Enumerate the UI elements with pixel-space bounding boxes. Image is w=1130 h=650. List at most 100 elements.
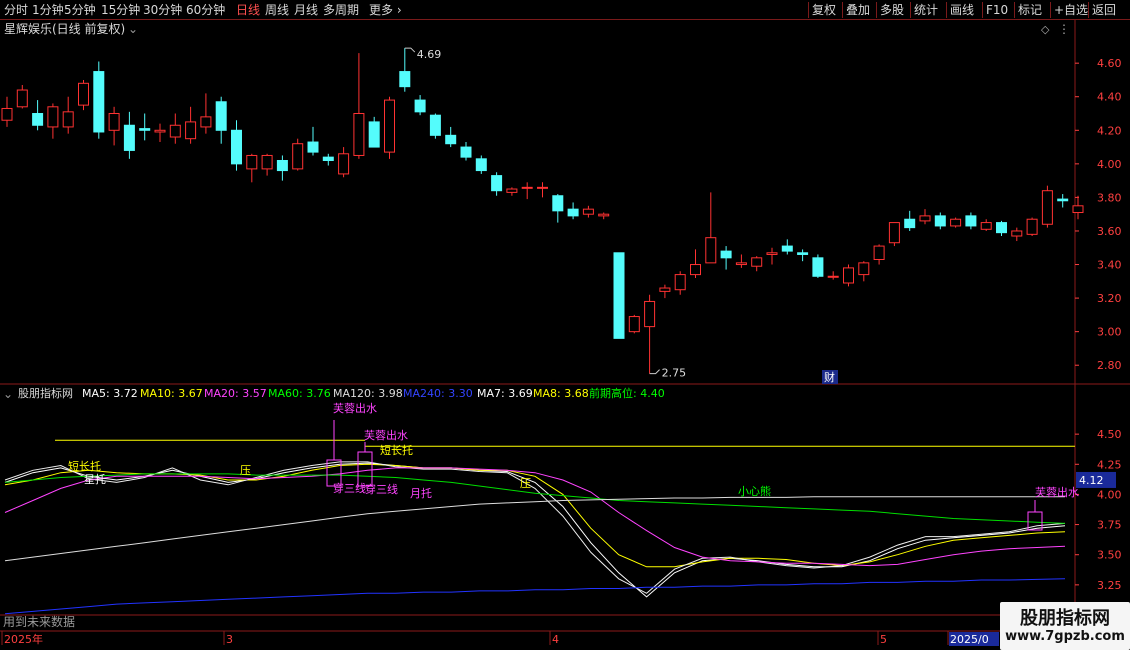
date-label: 2025年	[4, 632, 43, 646]
candle-body[interactable]	[1026, 218, 1038, 235]
candle-body[interactable]	[506, 188, 518, 193]
candle-body[interactable]	[781, 245, 793, 252]
candle-body[interactable]	[904, 218, 916, 229]
candle-body[interactable]	[628, 316, 640, 333]
candle-body[interactable]	[766, 252, 778, 255]
menu-icon[interactable]: ⋮	[1058, 21, 1070, 37]
finance-marker-label: 财	[824, 370, 835, 384]
candle-body[interactable]	[93, 71, 105, 133]
candle-body[interactable]	[980, 222, 992, 230]
candle-body[interactable]	[965, 215, 977, 227]
candle-body[interactable]	[996, 222, 1007, 234]
candle-body[interactable]	[399, 71, 411, 88]
candle-body[interactable]	[108, 113, 120, 131]
candle-body[interactable]	[322, 156, 334, 161]
signal-annotation: 压	[520, 477, 531, 490]
candle-body[interactable]	[659, 287, 671, 292]
indicator-line-6	[4, 578, 1066, 615]
current-price-label: 4.12	[1079, 474, 1104, 487]
candle-body[interactable]	[613, 252, 625, 339]
indicator-tick-label: 4.50	[1097, 428, 1122, 441]
candle-body[interactable]	[154, 129, 166, 133]
candle-body[interactable]	[735, 262, 747, 266]
candle-body[interactable]	[384, 99, 395, 153]
candle-body[interactable]	[521, 186, 533, 189]
candle-body[interactable]	[231, 129, 242, 165]
candle-body[interactable]	[261, 154, 273, 170]
low-price-label: 2.75	[662, 367, 687, 380]
candle-body[interactable]	[888, 222, 900, 244]
candle-body[interactable]	[843, 267, 854, 284]
indicator-value-5: MA240: 3.30	[403, 387, 473, 400]
future-data-notice: 用到未来数据	[3, 614, 75, 629]
candle-body[interactable]	[950, 218, 962, 227]
price-tick-label: 3.00	[1097, 326, 1122, 339]
candle-body[interactable]	[292, 143, 304, 170]
indicator-tick-label: 4.00	[1097, 488, 1122, 501]
candle-body[interactable]	[797, 252, 809, 255]
signal-annotation: 星托	[84, 472, 106, 486]
signal-annotation: 芙蓉出水	[364, 428, 408, 442]
candle-body[interactable]	[353, 113, 365, 156]
watermark: 股朋指标网 www.7gpzb.com	[1000, 602, 1130, 650]
watermark-title: 股朋指标网	[1020, 608, 1110, 629]
candle-body[interactable]	[429, 114, 441, 136]
candle-body[interactable]	[827, 275, 839, 278]
candle-body[interactable]	[32, 113, 44, 126]
candle-body[interactable]	[139, 128, 151, 131]
candle-body[interactable]	[276, 159, 288, 172]
candle-body[interactable]	[185, 121, 197, 140]
candle-body[interactable]	[215, 101, 227, 131]
candle-body[interactable]	[720, 250, 732, 259]
price-tick-label: 4.00	[1097, 158, 1122, 171]
candle-body[interactable]	[537, 186, 548, 189]
candle-body[interactable]	[62, 111, 74, 128]
candle-body[interactable]	[598, 213, 610, 217]
candle-body[interactable]	[705, 237, 717, 264]
candle-body[interactable]	[567, 208, 579, 217]
candle-body[interactable]	[674, 274, 686, 291]
candle-body[interactable]	[1072, 205, 1084, 214]
price-tick-label: 3.80	[1097, 191, 1122, 204]
candle-body[interactable]	[307, 141, 319, 153]
indicator-chevron-icon[interactable]: ⌄	[3, 386, 13, 402]
candle-body[interactable]	[1041, 190, 1053, 225]
candle-body[interactable]	[582, 208, 594, 215]
candle-body[interactable]	[812, 257, 824, 277]
candle-body[interactable]	[751, 257, 763, 267]
indicator-value-3: MA60: 3.76	[268, 387, 331, 400]
candle-body[interactable]	[200, 116, 212, 128]
candle-body[interactable]	[78, 82, 89, 106]
candle-body[interactable]	[919, 215, 931, 222]
candle-body[interactable]	[690, 264, 701, 276]
candle-body[interactable]	[47, 106, 59, 128]
candle-body[interactable]	[1057, 198, 1069, 202]
signal-box	[357, 451, 373, 487]
diamond-icon[interactable]: ◇	[1041, 22, 1049, 38]
candle-body[interactable]	[1, 107, 13, 121]
indicator-value-0: MA5: 3.72	[82, 387, 138, 400]
candle-body[interactable]	[460, 146, 472, 158]
high-price-label: 4.69	[417, 48, 442, 61]
candle-body[interactable]	[873, 245, 885, 261]
candle-body[interactable]	[368, 121, 380, 148]
date-label: 3	[226, 633, 233, 646]
chevron-down-icon[interactable]: ⌄	[128, 21, 138, 37]
candle-body[interactable]	[414, 99, 426, 113]
candle-body[interactable]	[858, 262, 870, 276]
candle-body[interactable]	[491, 175, 503, 192]
candle-body[interactable]	[1011, 230, 1023, 237]
candle-body[interactable]	[16, 89, 28, 108]
watermark-url: www.7gpzb.com	[1005, 629, 1125, 644]
candle-body[interactable]	[246, 154, 258, 170]
candle-body[interactable]	[338, 153, 350, 175]
candle-body[interactable]	[169, 124, 181, 138]
indicator-value-7: MA8: 3.68	[533, 387, 589, 400]
candle-body[interactable]	[934, 215, 946, 227]
candle-body[interactable]	[445, 134, 457, 145]
candle-body[interactable]	[552, 195, 564, 212]
candle-body[interactable]	[644, 300, 656, 328]
candle-body[interactable]	[123, 124, 135, 151]
candle-body[interactable]	[475, 158, 487, 172]
indicator-line-5	[4, 496, 1065, 562]
